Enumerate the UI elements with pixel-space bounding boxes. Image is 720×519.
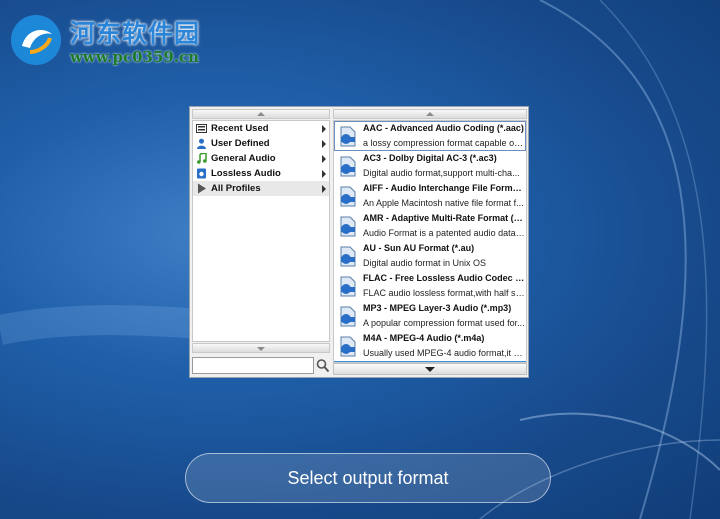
search-input[interactable]	[192, 357, 314, 374]
category-label: Lossless Audio	[211, 168, 281, 179]
user-icon	[197, 138, 206, 149]
music-note-icon	[197, 153, 207, 164]
category-scroll-down-button[interactable]	[192, 343, 330, 353]
format-scroll-up-button[interactable]	[333, 109, 527, 119]
category-all-profiles[interactable]: All Profiles	[193, 181, 329, 196]
format-item-m4a[interactable]: M4A - MPEG-4 Audio (*.m4a) Usually used …	[334, 331, 526, 361]
chevron-up-icon	[257, 112, 265, 116]
search-icon[interactable]	[316, 358, 330, 373]
format-scroll-down-button[interactable]	[333, 363, 527, 375]
category-general-audio[interactable]: General Audio	[193, 151, 329, 166]
format-item-aiff[interactable]: AIFF - Audio Interchange File Format ...…	[334, 181, 526, 211]
chevron-right-icon	[322, 140, 326, 148]
format-list: AAC - Advanced Audio Coding (*.aac) a lo…	[333, 120, 527, 363]
format-item-mp3[interactable]: MP3 - MPEG Layer-3 Audio (*.mp3) A popul…	[334, 301, 526, 331]
format-name: AAC - Advanced Audio Coding (*.aac)	[363, 123, 524, 133]
format-description: An Apple Macintosh native file format f.…	[363, 198, 524, 208]
audio-file-icon	[340, 306, 356, 327]
format-name: FLAC - Free Lossless Audio Codec (*.fl..…	[363, 273, 525, 283]
format-name: MP3 - MPEG Layer-3 Audio (*.mp3)	[363, 303, 512, 313]
audio-file-icon	[340, 126, 356, 147]
category-scroll-up-button[interactable]	[192, 109, 330, 119]
caption-banner: Select output format	[185, 453, 551, 503]
category-label: General Audio	[211, 153, 276, 164]
audio-file-icon	[340, 216, 356, 237]
caption-text: Select output format	[287, 468, 449, 488]
watermark-url: www.pc0359.cn	[70, 48, 200, 66]
category-label: Recent Used	[211, 123, 269, 134]
format-name: AIFF - Audio Interchange File Format ...	[363, 183, 525, 193]
audio-file-icon	[340, 336, 356, 357]
chevron-right-icon	[322, 170, 326, 178]
category-lossless-audio[interactable]: Lossless Audio	[193, 166, 329, 181]
chevron-down-icon	[257, 347, 265, 351]
format-description: a lossy compression format capable of ..…	[363, 138, 525, 148]
audio-file-icon	[340, 156, 356, 177]
format-name: AC3 - Dolby Digital AC-3 (*.ac3)	[363, 153, 497, 163]
chevron-up-icon	[426, 112, 434, 116]
audio-file-icon	[340, 186, 356, 207]
format-item-aac[interactable]: AAC - Advanced Audio Coding (*.aac) a lo…	[334, 121, 526, 151]
site-logo-icon	[11, 15, 61, 65]
format-item-au[interactable]: AU - Sun AU Format (*.au) Digital audio …	[334, 241, 526, 271]
chevron-right-icon	[322, 185, 326, 193]
category-label: User Defined	[211, 138, 270, 149]
category-pane: Recent Used User Defined General Audio L…	[192, 109, 330, 375]
watermark-title: 河东软件园	[70, 19, 201, 48]
format-item-ac3[interactable]: AC3 - Dolby Digital AC-3 (*.ac3) Digital…	[334, 151, 526, 181]
watermark: 河东软件园 www.pc0359.cn	[6, 8, 216, 68]
format-description: Digital audio format in Unix OS	[363, 258, 487, 268]
format-description: FLAC audio lossless format,with half siz…	[363, 288, 525, 298]
chevron-down-icon	[425, 367, 435, 372]
format-description: Usually used MPEG-4 audio format,it c...	[363, 348, 525, 358]
format-name: AMR - Adaptive Multi-Rate Format (*....	[363, 213, 525, 223]
format-name: M4A - MPEG-4 Audio (*.m4a)	[363, 333, 485, 343]
format-picker-dialog: Recent Used User Defined General Audio L…	[189, 106, 529, 378]
format-description: Audio Format is a patented audio data ..…	[363, 228, 525, 238]
format-item-flac[interactable]: FLAC - Free Lossless Audio Codec (*.fl..…	[334, 271, 526, 301]
category-user-defined[interactable]: User Defined	[193, 136, 329, 151]
lossless-icon	[197, 168, 206, 179]
audio-file-icon	[340, 246, 356, 267]
format-pane: AAC - Advanced Audio Coding (*.aac) a lo…	[333, 109, 527, 375]
chevron-right-icon	[322, 155, 326, 163]
format-name: AU - Sun AU Format (*.au)	[363, 243, 475, 253]
format-item-amr[interactable]: AMR - Adaptive Multi-Rate Format (*.... …	[334, 211, 526, 241]
format-description: A popular compression format used for...	[363, 318, 525, 328]
category-label: All Profiles	[211, 183, 261, 194]
play-profile-icon	[198, 183, 206, 194]
category-list: Recent Used User Defined General Audio L…	[192, 120, 330, 342]
category-recent-used[interactable]: Recent Used	[193, 121, 329, 136]
audio-file-icon	[340, 276, 356, 297]
recent-icon	[196, 124, 207, 133]
format-description: Digital audio format,support multi-cha..…	[363, 168, 520, 178]
chevron-right-icon	[322, 125, 326, 133]
